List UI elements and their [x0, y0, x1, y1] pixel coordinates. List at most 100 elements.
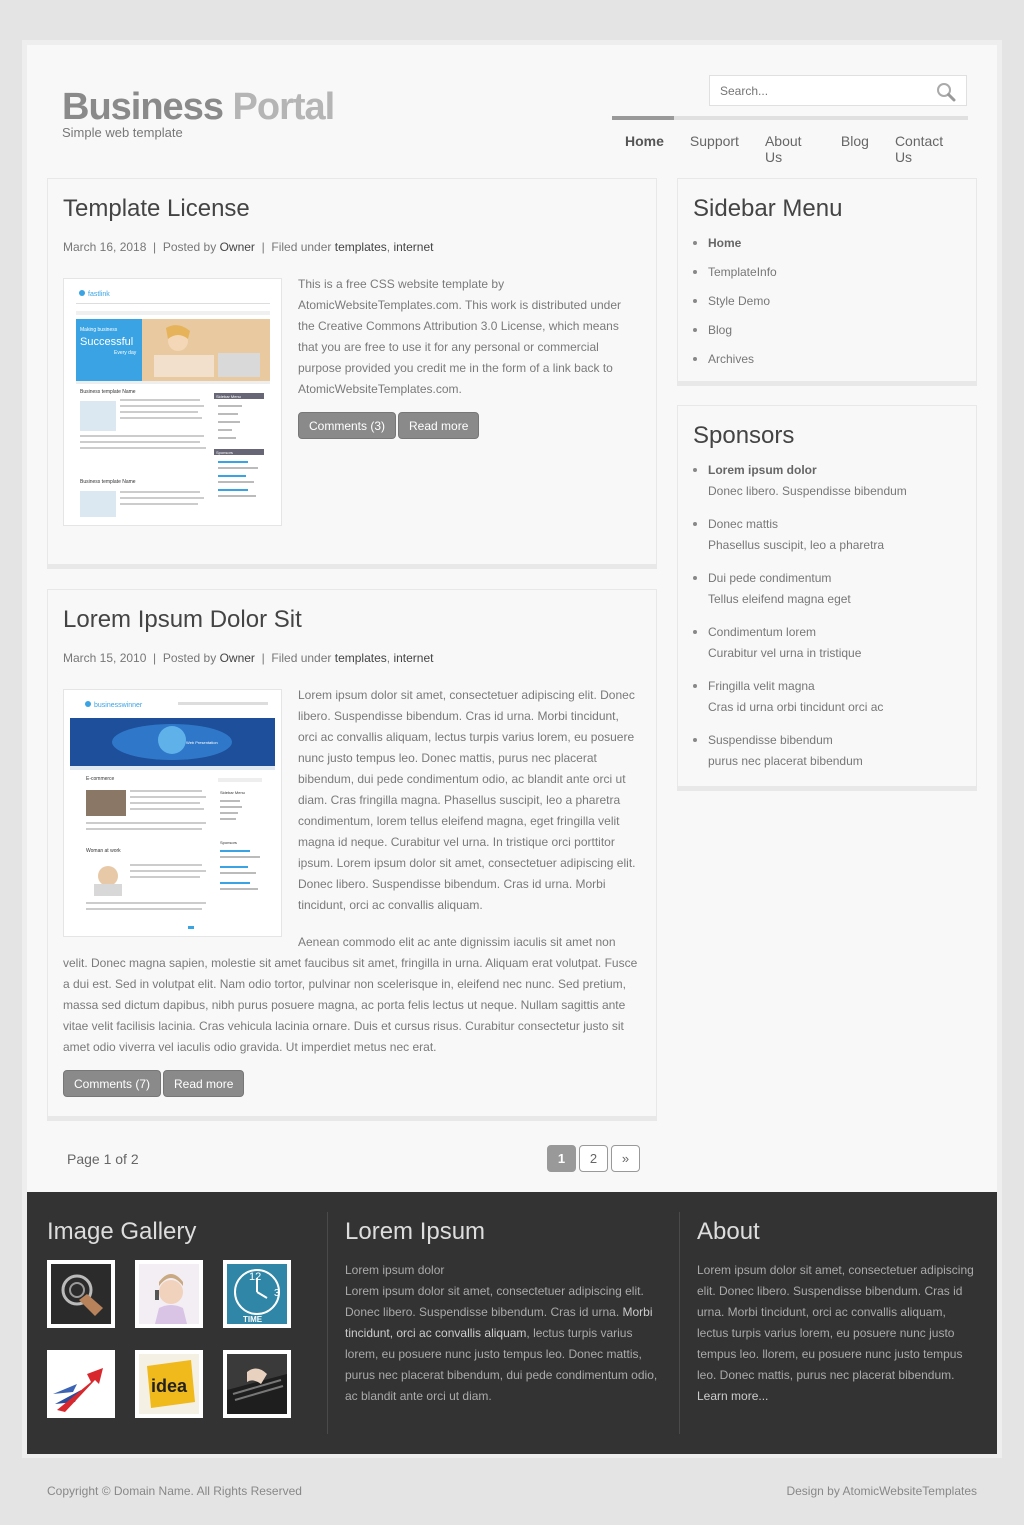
post-date: March 15, 2010	[63, 651, 147, 665]
sidebar-menu-title: Sidebar Menu	[693, 195, 843, 222]
template-screenshot-image: fastlink Making business Successful Ever…	[68, 283, 277, 521]
post-thumbnail[interactable]: businesswinner Web Presentation E-commer…	[63, 689, 282, 937]
post-actions: Comments (3) Read more	[298, 412, 481, 439]
svg-text:Business template Name: Business template Name	[80, 479, 136, 485]
svg-text:12: 12	[249, 1271, 261, 1283]
search-icon[interactable]	[936, 82, 956, 105]
svg-text:Business template Name: Business template Name	[80, 389, 136, 395]
sponsor-item[interactable]: Donec mattis Phasellus suscipit, leo a ph…	[693, 516, 907, 553]
sidebar-item-blog[interactable]: Blog	[693, 322, 777, 338]
search-input[interactable]	[710, 76, 920, 105]
post-body-part-1: Lorem ipsum dolor sit amet, consectetuer…	[298, 688, 636, 912]
svg-text:fastlink: fastlink	[88, 291, 110, 298]
nav-item-blog[interactable]: Blog	[828, 133, 882, 165]
gallery-thumb[interactable]: 12 3 TIME	[223, 1260, 291, 1328]
tag-internet-link[interactable]: internet	[393, 240, 433, 254]
footer-about-column: About Lorem ipsum dolor sit amet, consec…	[697, 1192, 982, 1454]
sponsors-list: Lorem ipsum dolor Donec libero. Suspendis…	[693, 462, 907, 769]
svg-text:Sponsors: Sponsors	[216, 450, 233, 455]
page-1-button[interactable]: 1	[547, 1145, 576, 1172]
sponsors-box: Sponsors Lorem ipsum dolor Donec libero. …	[677, 405, 977, 791]
svg-text:Sidebar Menu: Sidebar Menu	[220, 790, 245, 795]
next-page-button[interactable]: »	[611, 1145, 640, 1172]
woman-headset-icon	[139, 1264, 199, 1324]
posted-by-label: Posted by	[162, 651, 217, 665]
post-title[interactable]: Template License	[63, 195, 250, 223]
sidebar-item-home[interactable]: Home	[693, 235, 777, 251]
tag-templates-link[interactable]: templates	[335, 651, 387, 665]
svg-text:3: 3	[274, 1288, 280, 1299]
gallery-title: Image Gallery	[47, 1218, 197, 1245]
post-excerpt: This is a free CSS website template by A…	[298, 277, 622, 396]
svg-text:Successful: Successful	[80, 336, 133, 348]
design-credit-link[interactable]: Design by AtomicWebsiteTemplates	[786, 1484, 977, 1498]
post-title[interactable]: Lorem Ipsum Dolor Sit	[63, 606, 302, 634]
idea-icon: idea	[139, 1354, 199, 1414]
arrows-icon	[51, 1354, 111, 1414]
svg-text:TIME: TIME	[243, 1315, 263, 1324]
nav-item-about-us[interactable]: About Us	[752, 133, 828, 165]
post-date: March 16, 2018	[63, 240, 147, 254]
post-meta: March 16, 2018 | Posted by Owner | Filed…	[63, 240, 434, 254]
about-text: Lorem ipsum dolor sit amet, consectetuer…	[697, 1263, 974, 1403]
page-wrapper: Business Portal Simple web template Home…	[22, 40, 1002, 1458]
logo-title: Business Portal	[62, 86, 335, 128]
tag-internet-link[interactable]: internet	[393, 651, 433, 665]
gallery-thumb[interactable]: idea	[135, 1350, 203, 1418]
footer-gallery-column: Image Gallery 12 3 TIME idea	[27, 1192, 327, 1454]
post-body-part-2: velit. Donec magna sapien, molestie sit …	[63, 956, 638, 1054]
svg-text:Web Presentation: Web Presentation	[186, 740, 218, 745]
sidebar-item-style-demo[interactable]: Style Demo	[693, 293, 777, 309]
nav-item-home[interactable]: Home	[612, 133, 677, 165]
footer-divider	[327, 1212, 328, 1434]
sponsor-item[interactable]: Lorem ipsum dolor Donec libero. Suspendis…	[693, 462, 907, 499]
post-template-license: Template License March 16, 2018 | Posted…	[47, 178, 657, 569]
author-link[interactable]: Owner	[220, 651, 255, 665]
footer-lorem-column: Lorem Ipsum Lorem ipsum dolor Lorem ipsu…	[345, 1192, 665, 1454]
post-meta: March 15, 2010 | Posted by Owner | Filed…	[63, 651, 434, 665]
learn-more-link[interactable]: Learn more...	[697, 1389, 768, 1403]
template-screenshot-image: businesswinner Web Presentation E-commer…	[68, 694, 277, 932]
svg-text:Making business: Making business	[80, 327, 118, 333]
sidebar-item-templateinfo[interactable]: TemplateInfo	[693, 264, 777, 280]
svg-text:businesswinner: businesswinner	[94, 702, 143, 709]
gallery-thumb[interactable]	[47, 1260, 115, 1328]
gallery-thumb[interactable]	[223, 1350, 291, 1418]
sponsor-item[interactable]: Fringilla velit magna Cras id urna orbi t…	[693, 678, 907, 715]
sponsor-item[interactable]: Suspendisse bibendum purus nec placerat b…	[693, 732, 907, 769]
copyright-text: Copyright © Domain Name. All Rights Rese…	[47, 1484, 302, 1498]
sponsors-title: Sponsors	[693, 422, 795, 449]
comments-button[interactable]: Comments (7)	[63, 1070, 162, 1097]
keyboard-hands-icon	[227, 1354, 287, 1414]
read-more-button[interactable]: Read more	[163, 1070, 245, 1097]
author-link[interactable]: Owner	[220, 240, 255, 254]
gallery-thumb[interactable]	[135, 1260, 203, 1328]
search-box	[709, 75, 967, 106]
post-thumbnail[interactable]: fastlink Making business Successful Ever…	[63, 278, 282, 526]
sidebar-menu-box: Sidebar Menu Home TemplateInfo Style Dem…	[677, 178, 977, 386]
main-nav: Home Support About Us Blog Contact Us	[612, 116, 968, 165]
page-2-button[interactable]: 2	[579, 1145, 608, 1172]
read-more-button[interactable]: Read more	[398, 412, 480, 439]
comments-button[interactable]: Comments (3)	[298, 412, 397, 439]
sponsor-item[interactable]: Condimentum lorem Curabitur vel urna in t…	[693, 624, 907, 661]
filed-under-label: Filed under	[271, 240, 332, 254]
svg-text:Sidebar Menu: Sidebar Menu	[216, 394, 241, 399]
clock-time-icon: 12 3 TIME	[227, 1264, 287, 1324]
post-body-part-2-indent: Aenean commodo elit ac ante dignissim ia…	[298, 935, 616, 949]
lorem-ipsum-title: Lorem Ipsum	[345, 1218, 486, 1245]
site-logo[interactable]: Business Portal Simple web template	[62, 85, 335, 140]
nav-item-contact-us[interactable]: Contact Us	[882, 133, 968, 165]
footer-divider	[679, 1212, 680, 1434]
gear-hand-icon	[51, 1264, 111, 1324]
gallery-thumb[interactable]	[47, 1350, 115, 1418]
pagination: 1 2 »	[547, 1145, 640, 1172]
sponsor-item[interactable]: Dui pede condimentum Tellus eleifend magn…	[693, 570, 907, 607]
footer: Image Gallery 12 3 TIME idea Lorem Ipsum…	[27, 1192, 997, 1454]
post-actions: Comments (7) Read more	[63, 1070, 246, 1097]
tag-templates-link[interactable]: templates	[335, 240, 387, 254]
svg-text:idea: idea	[151, 1376, 188, 1396]
lorem-ipsum-text: Lorem ipsum dolor Lorem ipsum dolor sit …	[345, 1263, 658, 1403]
nav-item-support[interactable]: Support	[677, 133, 752, 165]
sidebar-item-archives[interactable]: Archives	[693, 351, 777, 367]
